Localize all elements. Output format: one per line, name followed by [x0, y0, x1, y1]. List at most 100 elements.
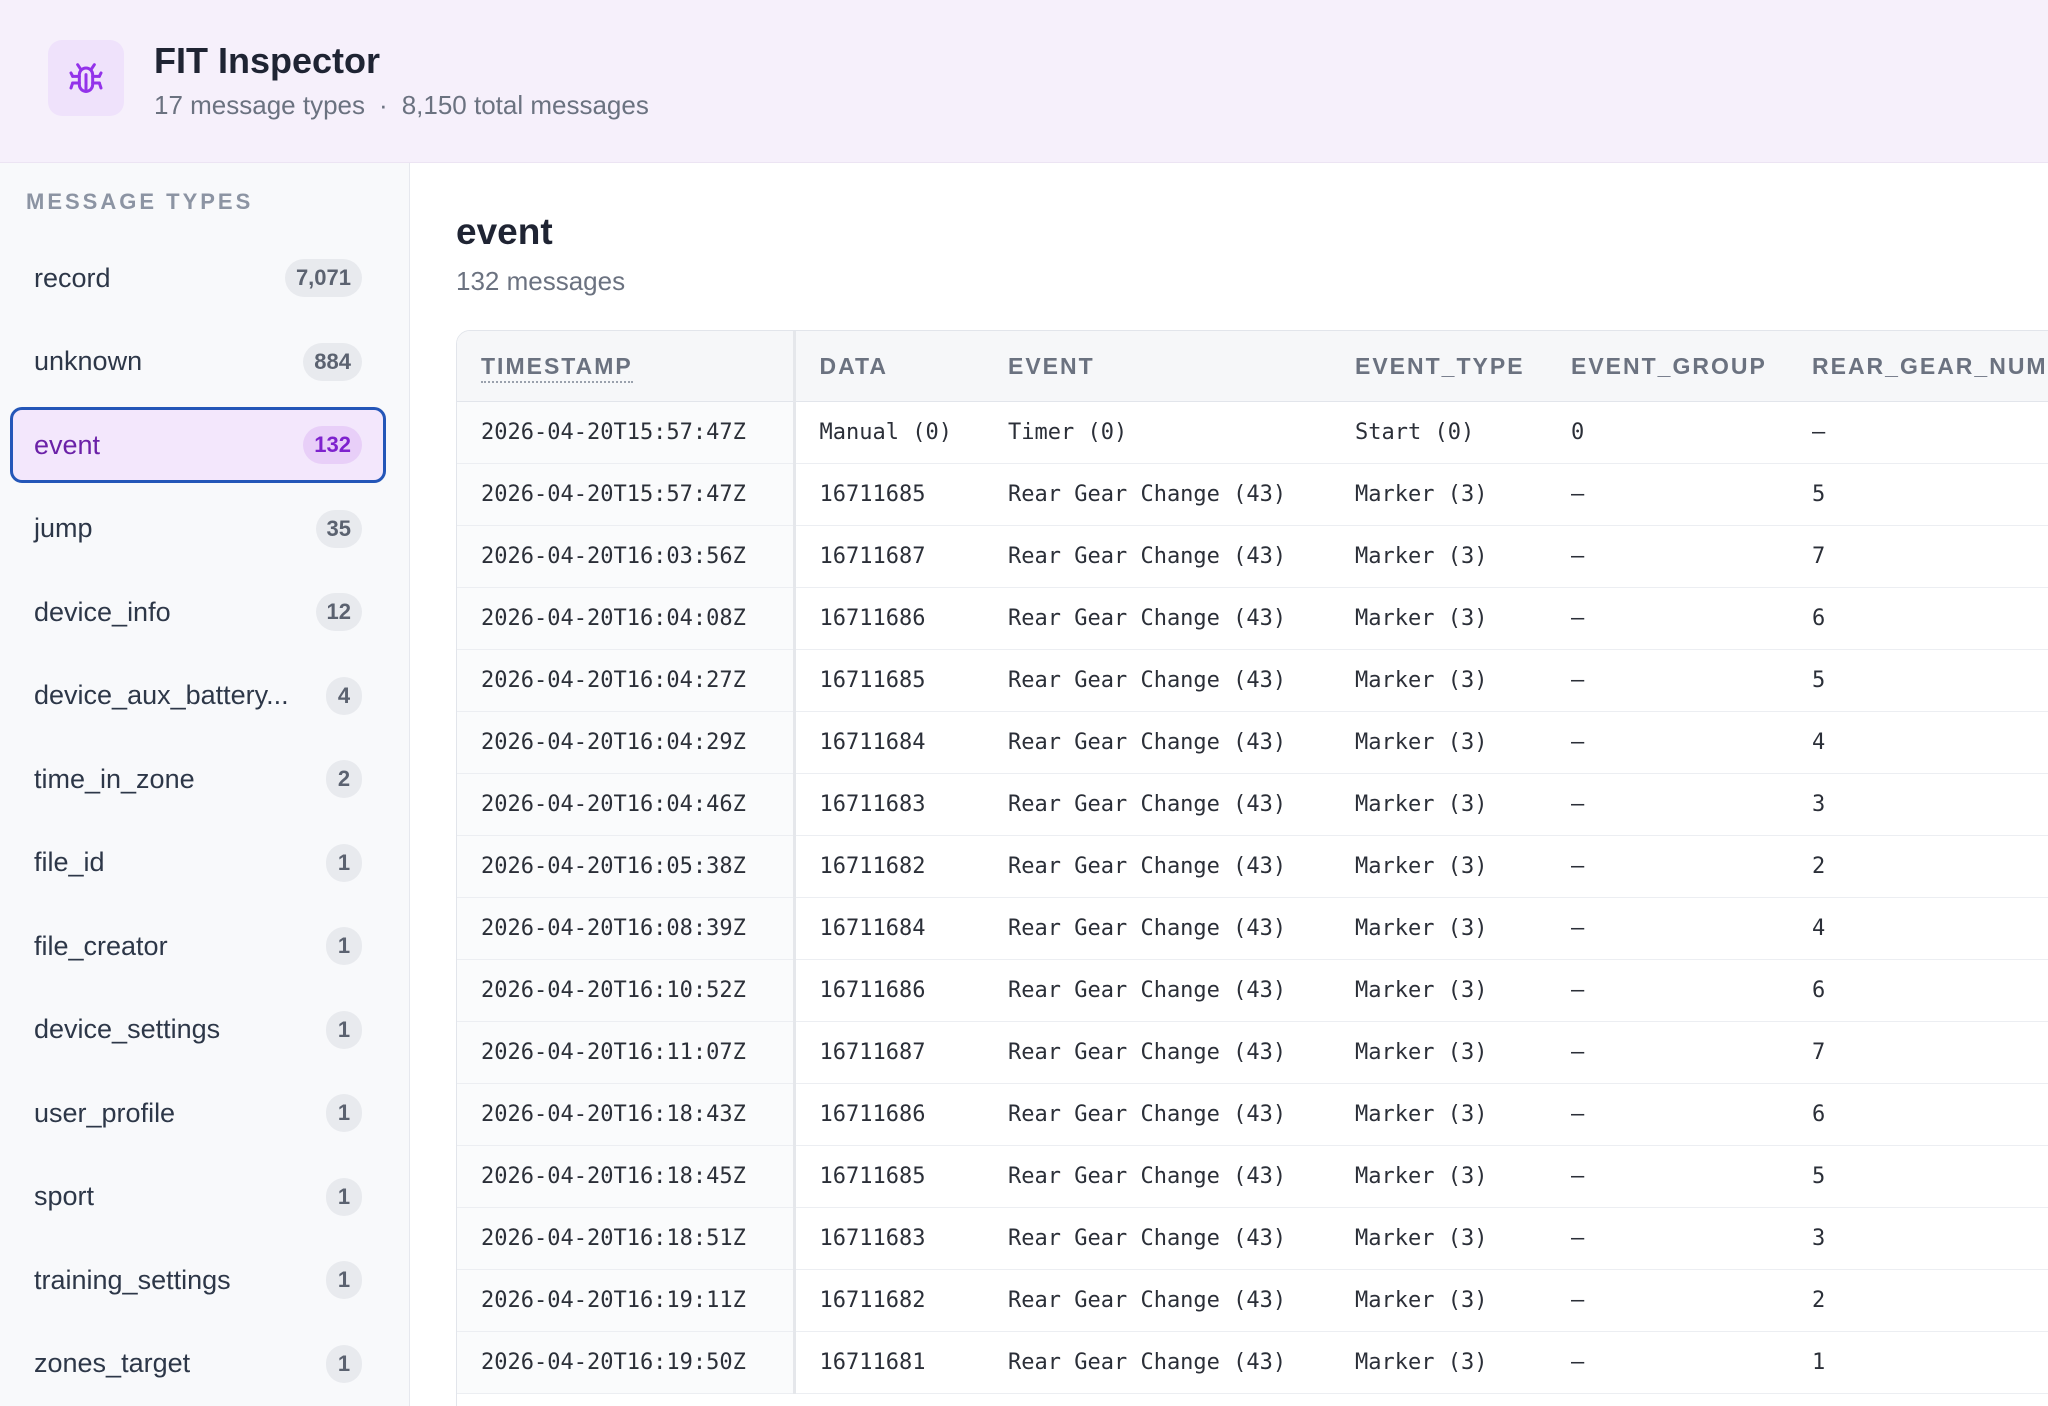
cell-timestamp: 2026-04-20T16:04:29Z — [457, 711, 796, 774]
cell-event-type: Marker (3) — [1331, 463, 1547, 526]
sidebar-item-label: training_settings — [34, 1264, 231, 1295]
sidebar-item-sport[interactable]: sport 1 — [10, 1159, 386, 1235]
cell-event-group: – — [1547, 1207, 1788, 1270]
column-header-event-group[interactable]: EVENT_GROUP — [1547, 331, 1788, 402]
table-row[interactable]: 2026-04-20T16:03:56Z 16711687 Rear Gear Ch… — [457, 525, 2048, 588]
sidebar-item-label: file_id — [34, 847, 105, 877]
column-header-data[interactable]: DATA — [794, 331, 984, 402]
sidebar-item-time-in-zone[interactable]: time_in_zone 2 — [10, 741, 386, 817]
count-badge: 1 — [326, 1094, 362, 1132]
cell-event-type: Marker (3) — [1331, 525, 1547, 588]
cell-timestamp: 2026-04-20T16:11:07Z — [457, 1021, 796, 1084]
cell-event-group: – — [1547, 773, 1788, 836]
table-row[interactable]: 2026-04-20T16:10:52Z 16711686 Rear Gear Ch… — [457, 959, 2048, 1022]
sidebar-item-record[interactable]: record 7,071 — [10, 240, 386, 316]
cell-rear-gear-num: 5 — [1788, 1145, 2048, 1208]
count-badge: 132 — [303, 426, 362, 464]
cell-event: Rear Gear Change (43) — [984, 711, 1331, 774]
sidebar-item-device-settings[interactable]: device_settings 1 — [10, 992, 386, 1068]
table-row[interactable]: 2026-04-20T16:08:39Z 16711684 Rear Gear Ch… — [457, 897, 2048, 960]
cell-rear-gear-num: 2 — [1788, 1269, 2048, 1332]
cell-event-group: – — [1547, 1021, 1788, 1084]
sidebar-item-label: device_aux_battery... — [34, 680, 289, 710]
cell-rear-gear-num: 5 — [1788, 649, 2048, 712]
cell-rear-gear-num: 6 — [1788, 959, 2048, 1022]
sidebar-item-zones-target[interactable]: zones_target 1 — [10, 1326, 386, 1402]
cell-event-type: Marker (3) — [1331, 587, 1547, 650]
count-badge: 1 — [326, 1177, 362, 1216]
cell-timestamp: 2026-04-20T16:10:52Z — [457, 959, 796, 1022]
cell-timestamp: 2026-04-20T16:18:43Z — [457, 1083, 796, 1146]
cell-event: Rear Gear Change (43) — [984, 1331, 1331, 1394]
cell-event-group: – — [1547, 649, 1788, 712]
column-header-label: EVENT — [1008, 352, 1095, 379]
cell-rear-gear-num: 7 — [1788, 1021, 2048, 1084]
cell-timestamp: 2026-04-20T16:03:56Z — [457, 525, 796, 588]
sidebar-item-label: time_in_zone — [34, 763, 195, 794]
sidebar-item-event[interactable]: event 132 — [10, 407, 386, 483]
table-row[interactable]: 2026-04-20T16:04:29Z 16711684 Rear Gear Ch… — [457, 711, 2048, 774]
table-row[interactable]: 2026-04-20T16:04:08Z 16711686 Rear Gear Ch… — [457, 587, 2048, 650]
cell-timestamp: 2026-04-20T16:04:27Z — [457, 649, 796, 712]
cell-event-group: 0 — [1547, 401, 1788, 464]
sidebar-item-label: file_creator — [34, 930, 168, 961]
sidebar-item-device-aux-battery[interactable]: device_aux_battery... 4 — [10, 658, 386, 734]
count-badge: 2 — [326, 760, 362, 798]
sidebar-item-label: zones_target — [34, 1348, 191, 1378]
table-row[interactable]: 2026-04-20T16:18:51Z 16711683 Rear Gear Ch… — [457, 1207, 2048, 1270]
cell-event: Rear Gear Change (43) — [984, 649, 1331, 712]
sidebar-item-device-info[interactable]: device_info 12 — [10, 574, 386, 650]
cell-event-group: – — [1547, 1083, 1788, 1146]
cell-event-type: Marker (3) — [1331, 1207, 1547, 1270]
sidebar-item-jump[interactable]: jump 35 — [10, 491, 386, 567]
sidebar-item-user-profile[interactable]: user_profile 1 — [10, 1075, 386, 1151]
cell-data: 16711686 — [794, 1083, 984, 1146]
column-header-event[interactable]: EVENT — [984, 331, 1331, 402]
column-header-rear-gear-num[interactable]: REAR_GEAR_NUM — [1788, 331, 2048, 402]
cell-event-type: Marker (3) — [1331, 835, 1547, 898]
table-row[interactable]: 2026-04-20T16:19:50Z 16711681 Rear Gear Ch… — [457, 1331, 2048, 1394]
table-row[interactable]: 2026-04-20T16:05:38Z 16711682 Rear Gear Ch… — [457, 835, 2048, 898]
cell-event-type: Marker (3) — [1331, 649, 1547, 712]
count-badge: 1 — [326, 843, 362, 882]
cell-data: 16711685 — [794, 649, 984, 712]
sidebar-item-training-settings[interactable]: training_settings 1 — [10, 1242, 386, 1318]
table-row[interactable]: 2026-04-20T16:19:11Z 16711682 Rear Gear Ch… — [457, 1269, 2048, 1332]
sidebar-item-file-id[interactable]: file_id 1 — [10, 825, 386, 901]
count-badge: 1 — [326, 1010, 362, 1049]
main-panel: event 132 messages TIMESTAMP DATA EVENT EVE… — [410, 163, 2048, 1406]
table-row[interactable]: 2026-04-20T16:18:45Z 16711685 Rear Gear Ch… — [457, 1145, 2048, 1208]
cell-data: 16711686 — [794, 587, 984, 650]
cell-rear-gear-num: – — [1788, 401, 2048, 464]
table-body: 2026-04-20T15:57:47Z Manual (0) Timer (0) S… — [457, 401, 2048, 1394]
cell-event-group: – — [1547, 1145, 1788, 1208]
table-row[interactable]: 2026-04-20T16:04:27Z 16711685 Rear Gear Ch… — [457, 649, 2048, 712]
cell-timestamp: 2026-04-20T16:19:50Z — [457, 1331, 796, 1394]
cell-timestamp: 2026-04-20T16:08:39Z — [457, 897, 796, 960]
table-row[interactable]: 2026-04-20T15:57:47Z 16711685 Rear Gear Ch… — [457, 463, 2048, 526]
cell-data: 16711687 — [794, 525, 984, 588]
cell-timestamp: 2026-04-20T16:04:46Z — [457, 773, 796, 836]
table-row[interactable]: 2026-04-20T16:11:07Z 16711687 Rear Gear Ch… — [457, 1021, 2048, 1084]
count-badge: 884 — [303, 342, 362, 381]
app-header: FIT Inspector 17 message types · 8,150 tot… — [0, 0, 2048, 163]
cell-data: 16711684 — [794, 711, 984, 774]
cell-event-group: – — [1547, 959, 1788, 1022]
column-header-label: REAR_GEAR_NUM — [1812, 352, 2048, 379]
cell-event: Rear Gear Change (43) — [984, 587, 1331, 650]
messages-table-container[interactable]: TIMESTAMP DATA EVENT EVENT_TYPE EVENT_GROUP R… — [456, 330, 2048, 1406]
app-subtitle: 17 message types · 8,150 total messages — [154, 90, 649, 121]
column-header-label: DATA — [819, 352, 888, 379]
cell-data: 16711682 — [794, 1269, 984, 1332]
table-row[interactable]: 2026-04-20T16:18:43Z 16711686 Rear Gear Ch… — [457, 1083, 2048, 1146]
count-badge: 12 — [315, 593, 362, 631]
sidebar-item-unknown[interactable]: unknown 884 — [10, 324, 386, 400]
sidebar-item-file-creator[interactable]: file_creator 1 — [10, 908, 386, 984]
table-row[interactable]: 2026-04-20T15:57:47Z Manual (0) Timer (0) S… — [457, 401, 2048, 464]
table-row[interactable]: 2026-04-20T16:04:46Z 16711683 Rear Gear Ch… — [457, 773, 2048, 836]
cell-rear-gear-num: 2 — [1788, 835, 2048, 898]
column-header-timestamp[interactable]: TIMESTAMP — [457, 331, 796, 402]
cell-event: Rear Gear Change (43) — [984, 959, 1331, 1022]
cell-rear-gear-num: 1 — [1788, 1331, 2048, 1394]
column-header-event-type[interactable]: EVENT_TYPE — [1331, 331, 1547, 402]
